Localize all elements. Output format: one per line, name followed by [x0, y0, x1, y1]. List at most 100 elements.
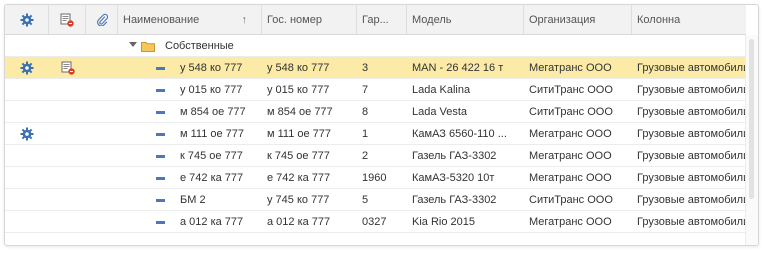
row-model[interactable]: КамАЗ-5320 10т — [407, 167, 524, 188]
row-gos-number[interactable]: к 745 ое 777 — [262, 145, 357, 166]
row-name-cell[interactable]: м 854 ое 777 — [118, 101, 262, 122]
row-gos-number[interactable]: у 745 ко 777 — [262, 189, 357, 210]
row-attachment-cell[interactable] — [86, 211, 118, 232]
row-garage[interactable]: 8 — [357, 101, 407, 122]
row-model[interactable]: Kia Rio 2015 — [407, 211, 524, 232]
row-model[interactable]: Газель ГАЗ-3302 — [407, 189, 524, 210]
row-gos-number[interactable]: м 854 ое 777 — [262, 101, 357, 122]
row-attachment-cell[interactable] — [86, 101, 118, 122]
table-row[interactable]: а 012 ка 777 а 012 ка 777 0327 Kia Rio 2… — [5, 211, 746, 233]
row-name-cell[interactable]: БМ 2 — [118, 189, 262, 210]
row-column[interactable]: Грузовые автомобили — [632, 145, 746, 166]
row-garage[interactable]: 5 — [357, 189, 407, 210]
row-document-cell[interactable] — [49, 123, 86, 144]
row-gos-number[interactable]: у 015 ко 777 — [262, 79, 357, 100]
column-header-gos-number[interactable]: Гос. номер — [262, 5, 357, 34]
row-name-cell[interactable]: у 015 ко 777 — [118, 79, 262, 100]
row-column[interactable]: Грузовые автомобили — [632, 123, 746, 144]
table-row[interactable]: м 111 ое 777 м 111 ое 777 1 КамАЗ 6560-1… — [5, 123, 746, 145]
row-column[interactable]: Грузовые автомобили — [632, 57, 746, 78]
table-row[interactable]: у 015 ко 777 у 015 ко 777 7 Lada Kalina … — [5, 79, 746, 101]
row-document-cell[interactable] — [49, 57, 86, 78]
row-status-cell[interactable] — [5, 123, 49, 144]
row-gos-number[interactable]: м 111 ое 777 — [262, 123, 357, 144]
document-error-icon — [60, 13, 74, 27]
row-garage[interactable]: 2 — [357, 145, 407, 166]
row-model[interactable]: Lada Vesta — [407, 101, 524, 122]
row-status-cell[interactable] — [5, 189, 49, 210]
row-organization[interactable]: Мегатранс ООО — [524, 123, 632, 144]
row-model[interactable]: КамАЗ 6560-110 ... — [407, 123, 524, 144]
paperclip-icon — [96, 13, 108, 26]
row-garage[interactable]: 1960 — [357, 167, 407, 188]
row-column[interactable]: Грузовые автомобили — [632, 79, 746, 100]
row-garage[interactable]: 3 — [357, 57, 407, 78]
vehicle-marker-icon — [156, 88, 165, 92]
row-model[interactable]: MAN - 26 422 16 т — [407, 57, 524, 78]
table-row[interactable]: м 854 ое 777 м 854 ое 777 8 Lada Vesta С… — [5, 101, 746, 123]
row-organization[interactable]: Мегатранс ООО — [524, 57, 632, 78]
row-status-cell[interactable] — [5, 167, 49, 188]
table-row[interactable]: е 742 ка 777 е 742 ка 777 1960 КамАЗ-532… — [5, 167, 746, 189]
row-status-cell[interactable] — [5, 101, 49, 122]
expand-triangle-icon[interactable] — [129, 41, 137, 47]
row-attachment-cell[interactable] — [86, 57, 118, 78]
row-garage[interactable]: 7 — [357, 79, 407, 100]
column-header-garage[interactable]: Гар... — [357, 5, 407, 34]
row-column[interactable]: Грузовые автомобили — [632, 189, 746, 210]
row-column[interactable]: Грузовые автомобили — [632, 101, 746, 122]
row-organization[interactable]: СитиТранс ООО — [524, 189, 632, 210]
row-name: е 742 ка 777 — [180, 171, 244, 184]
row-column[interactable]: Грузовые автомобили — [632, 211, 746, 232]
column-header-document[interactable] — [49, 5, 86, 34]
row-status-cell[interactable] — [5, 145, 49, 166]
row-gos-number[interactable]: а 012 ка 777 — [262, 211, 357, 232]
row-name-cell[interactable]: а 012 ка 777 — [118, 211, 262, 232]
row-document-cell[interactable] — [49, 211, 86, 232]
gear-icon — [20, 127, 34, 140]
row-name-cell[interactable]: м 111 ое 777 — [118, 123, 262, 144]
row-attachment-cell[interactable] — [86, 123, 118, 144]
row-organization[interactable]: Мегатранс ООО — [524, 211, 632, 232]
row-status-cell[interactable] — [5, 57, 49, 78]
column-header-model[interactable]: Модель — [407, 5, 524, 34]
row-gos-number[interactable]: у 548 ко 777 — [262, 57, 357, 78]
row-garage[interactable]: 1 — [357, 123, 407, 144]
row-column[interactable]: Грузовые автомобили — [632, 167, 746, 188]
table-row[interactable]: к 745 ое 777 к 745 ое 777 2 Газель ГАЗ-3… — [5, 145, 746, 167]
row-name-cell[interactable]: е 742 ка 777 — [118, 167, 262, 188]
table-row[interactable]: БМ 2 у 745 ко 777 5 Газель ГАЗ-3302 Сити… — [5, 189, 746, 211]
row-document-cell[interactable] — [49, 189, 86, 210]
group-row-own[interactable]: Собственные — [5, 35, 746, 57]
column-header-status[interactable] — [5, 5, 49, 34]
row-model[interactable]: Газель ГАЗ-3302 — [407, 145, 524, 166]
column-header-name[interactable]: Наименование ↑ — [118, 5, 262, 34]
row-status-cell[interactable] — [5, 211, 49, 232]
row-attachment-cell[interactable] — [86, 189, 118, 210]
row-garage[interactable]: 0327 — [357, 211, 407, 232]
column-header-organization[interactable]: Организация — [524, 5, 632, 34]
table-row[interactable]: у 548 ко 777 у 548 ко 777 3 MAN - 26 422… — [5, 57, 746, 79]
row-organization[interactable]: СитиТранс ООО — [524, 101, 632, 122]
row-status-cell[interactable] — [5, 79, 49, 100]
vertical-scrollbar[interactable] — [745, 35, 758, 245]
row-name-cell[interactable]: к 745 ое 777 — [118, 145, 262, 166]
row-document-cell[interactable] — [49, 101, 86, 122]
row-gos-number[interactable]: е 742 ка 777 — [262, 167, 357, 188]
row-model[interactable]: Lada Kalina — [407, 79, 524, 100]
row-organization[interactable]: Мегатранс ООО — [524, 167, 632, 188]
gear-icon — [20, 61, 34, 74]
row-name: к 745 ое 777 — [180, 149, 243, 162]
row-document-cell[interactable] — [49, 79, 86, 100]
row-organization[interactable]: Мегатранс ООО — [524, 145, 632, 166]
row-attachment-cell[interactable] — [86, 79, 118, 100]
row-name-cell[interactable]: у 548 ко 777 — [118, 57, 262, 78]
row-organization[interactable]: СитиТранс ООО — [524, 79, 632, 100]
row-document-cell[interactable] — [49, 145, 86, 166]
column-header-attachments[interactable] — [86, 5, 118, 34]
column-header-column[interactable]: Колонна — [632, 5, 746, 34]
row-attachment-cell[interactable] — [86, 145, 118, 166]
scrollbar-thumb[interactable] — [749, 39, 754, 199]
row-attachment-cell[interactable] — [86, 167, 118, 188]
row-document-cell[interactable] — [49, 167, 86, 188]
